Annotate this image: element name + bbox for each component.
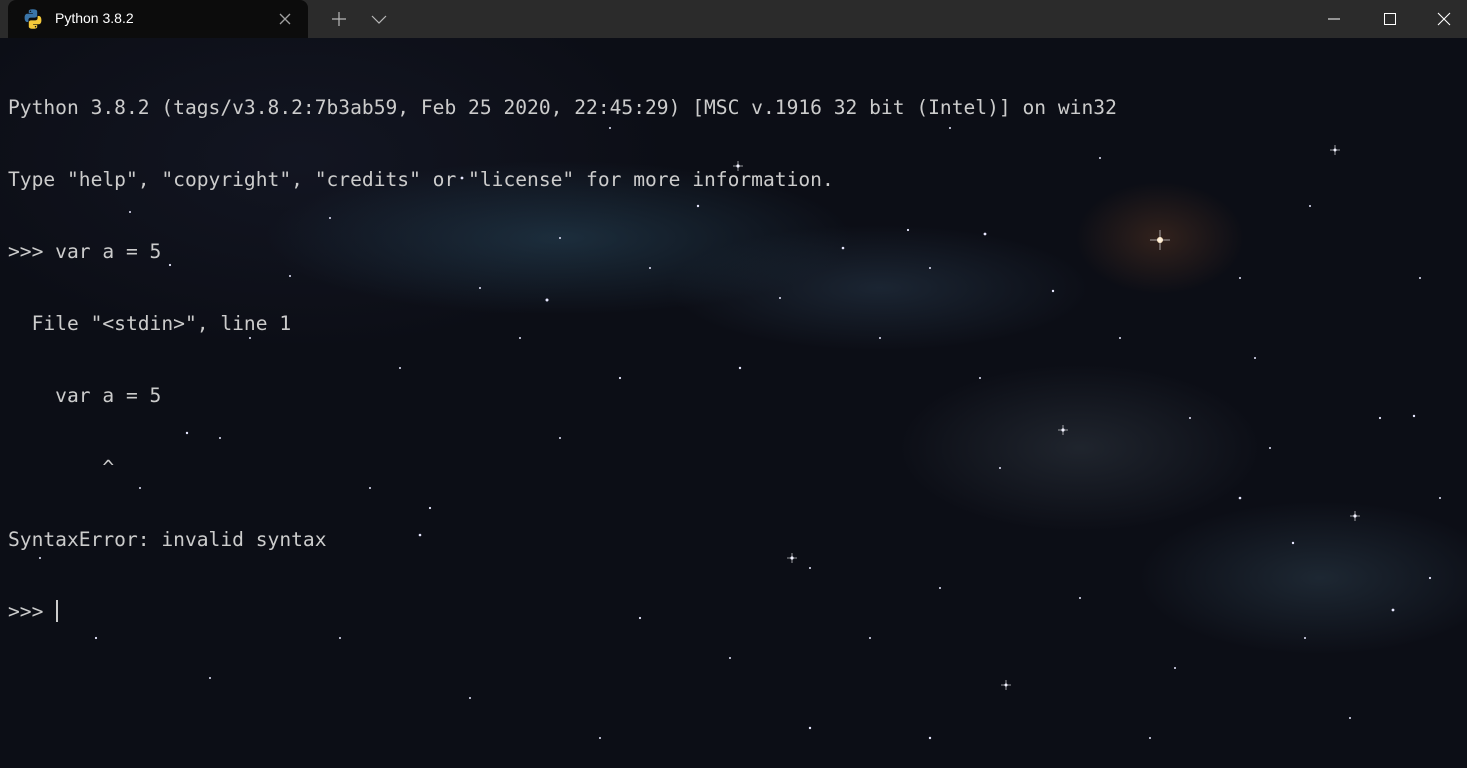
terminal-pane[interactable]: Python 3.8.2 (tags/v3.8.2:7b3ab59, Feb 2…	[0, 38, 1467, 768]
plus-icon	[332, 12, 346, 26]
profiles-dropdown-button[interactable]	[360, 0, 398, 38]
console-output[interactable]: Python 3.8.2 (tags/v3.8.2:7b3ab59, Feb 2…	[8, 48, 1117, 672]
console-line: >>> var a = 5	[8, 240, 162, 263]
console-line: Type "help", "copyright", "credits" or "…	[8, 168, 834, 191]
console-line: File "<stdin>", line 1	[8, 312, 292, 335]
tab-title: Python 3.8.2	[55, 10, 134, 26]
window-close-button[interactable]	[1420, 0, 1467, 38]
minimize-icon	[1328, 18, 1340, 20]
prompt-line[interactable]: >>>	[8, 600, 1117, 624]
prompt: >>>	[8, 600, 56, 623]
python-logo-icon	[22, 8, 44, 30]
text-cursor	[56, 600, 59, 622]
close-icon[interactable]	[276, 10, 294, 28]
console-line: SyntaxError: invalid syntax	[8, 528, 327, 551]
console-line: Python 3.8.2 (tags/v3.8.2:7b3ab59, Feb 2…	[8, 96, 1117, 119]
console-line: ^	[8, 456, 115, 479]
new-tab-button[interactable]	[320, 0, 358, 38]
minimize-button[interactable]	[1308, 0, 1360, 38]
close-icon	[1437, 12, 1450, 26]
title-bar: Python 3.8.2	[0, 0, 1467, 38]
console-line: var a = 5	[8, 384, 162, 407]
maximize-icon	[1384, 13, 1396, 25]
maximize-button[interactable]	[1364, 0, 1416, 38]
chevron-down-icon	[371, 15, 387, 24]
tab-python[interactable]: Python 3.8.2	[8, 0, 308, 38]
